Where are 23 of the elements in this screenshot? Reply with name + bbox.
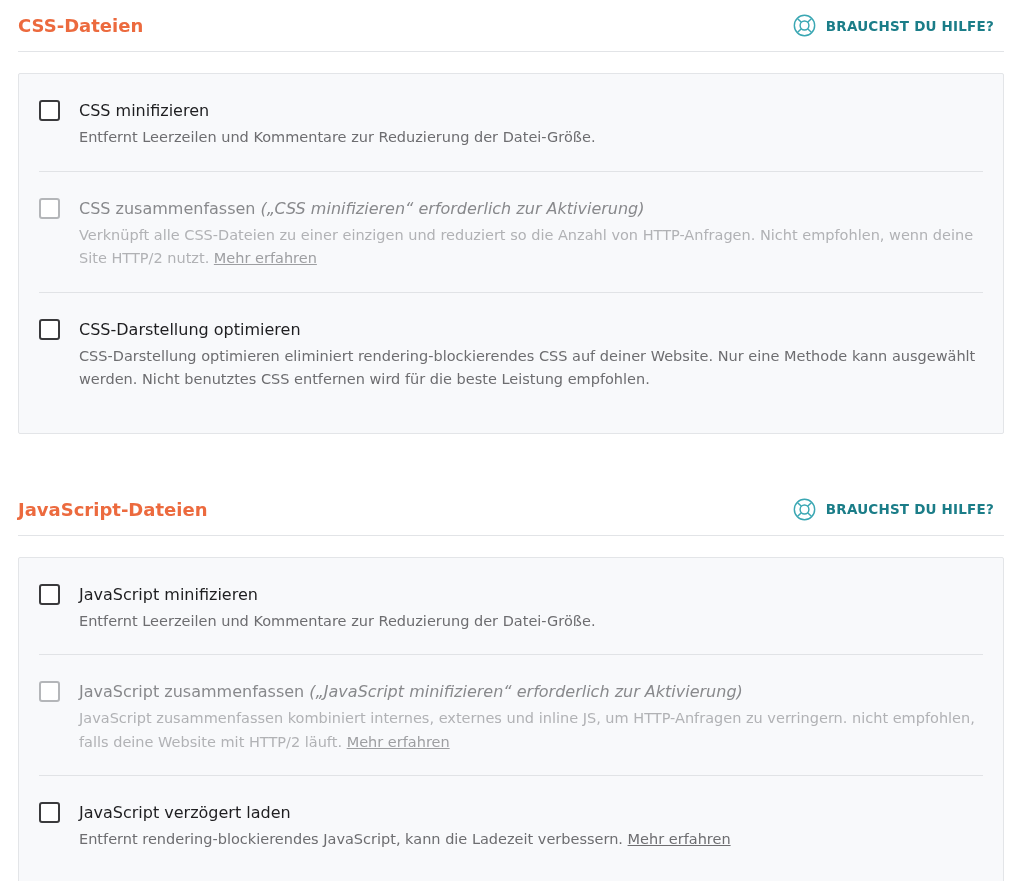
option-title: CSS zusammenfassen („CSS minifizieren“ erforderlich zur Aktivierung) — [79, 197, 646, 220]
option-title: CSS minifizieren — [79, 100, 211, 122]
option-description: Entfernt Leerzeilen und Kommentare zur Reduzierung der Datei-Größe. — [79, 128, 597, 147]
option-description: Entfernt rendering-blockierendes JavaScript, kann die Ladezeit verbessern. Mehr erfahren — [79, 830, 732, 849]
option-title: JavaScript minifizieren — [79, 583, 259, 606]
learn-more-link[interactable]: Mehr erfahren — [627, 831, 731, 847]
checkbox[interactable] — [39, 100, 60, 121]
option-title: JavaScript zusammenfassen („JavaScript minifizieren“ erforderlich zur Aktivierung) — [79, 681, 744, 703]
option-description: CSS-Darstellung optimieren eliminiert rendering-blockierendes CSS auf deiner Website. Nur eine Methode kann ausgewählt werden. Nicht benutztes CSS entfernen wird für die beste Leistung empfohlen. — [79, 346, 977, 389]
checkbox[interactable] — [39, 802, 60, 823]
help-link[interactable]: BRAUCHST DU HILFE? — [792, 497, 994, 521]
checkbox[interactable] — [39, 583, 60, 605]
lifebuoy-icon — [792, 497, 816, 521]
section-title: JavaScript-Dateien — [18, 498, 208, 520]
section-title: CSS-Dateien — [18, 15, 144, 36]
help-link[interactable]: BRAUCHST DU HILFE? — [792, 14, 994, 37]
option-description: Entfernt Leerzeilen und Kommentare zur Reduzierung der Datei-Größe. — [79, 611, 597, 631]
option-title: CSS-Darstellung optimieren — [79, 318, 302, 341]
lifebuoy-icon — [792, 14, 816, 37]
option-title: JavaScript verzögert laden — [79, 802, 292, 824]
checkbox[interactable] — [39, 318, 60, 340]
option-description: JavaScript zusammenfassen kombiniert internes, externes und inline JS, um HTTP-Anfragen zu verringern. nicht empfohlen, falls deine Website mit HTTP/2 läuft. Mehr erfahren — [79, 709, 976, 752]
option-description: Verknüpft alle CSS-Dateien zu einer einzigen und reduziert so die Anzahl von HTTP-Anfragen. Nicht empfohlen, wenn deine Site HTTP/2 nutzt. Mehr erfahren — [79, 225, 975, 268]
